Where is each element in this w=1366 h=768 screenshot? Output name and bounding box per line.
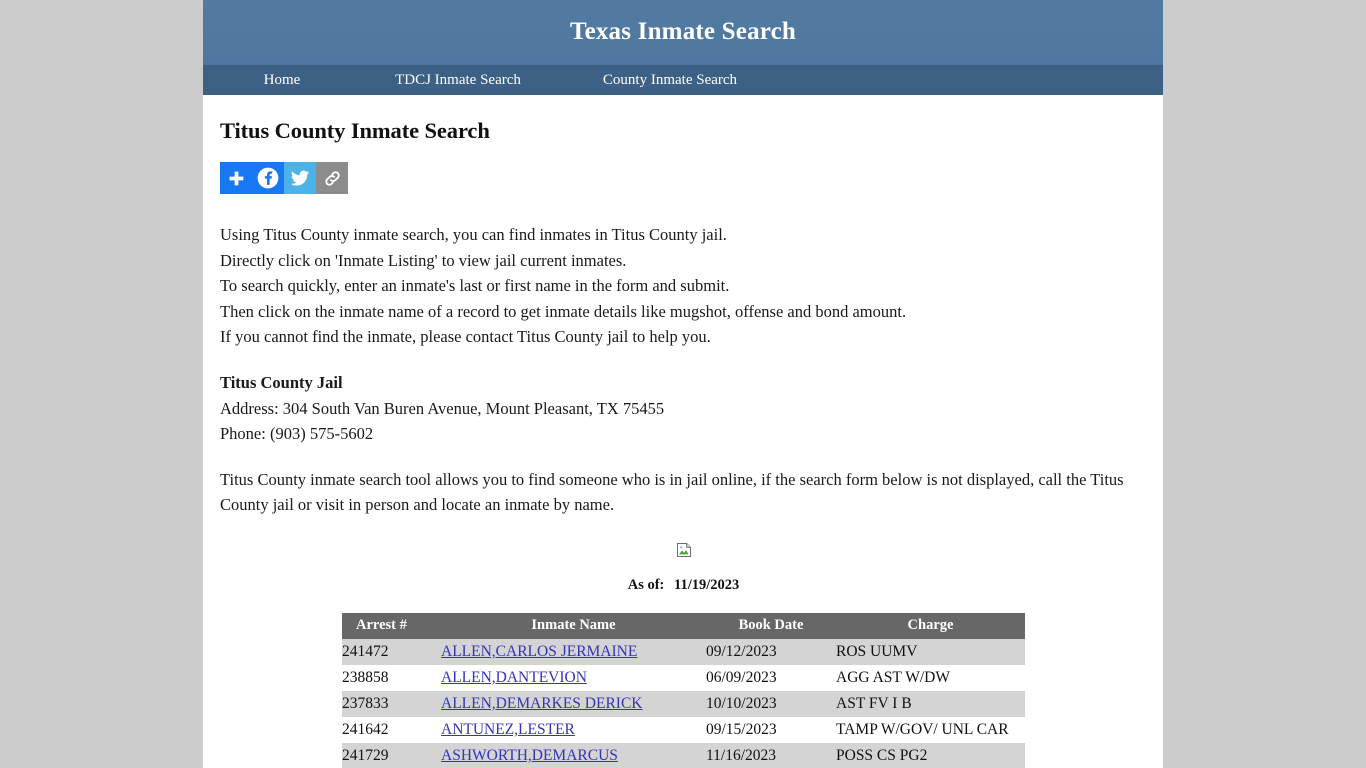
intro-line: To search quickly, enter an inmate's las… (220, 276, 730, 296)
inmate-name-link[interactable]: ALLEN,DEMARKES DERICK (441, 695, 643, 712)
facebook-icon (256, 166, 280, 190)
page-title: Titus County Inmate Search (220, 118, 490, 143)
inmate-table: Arrest # Inmate Name Book Date Charge 24… (342, 612, 1025, 768)
jail-info-block: Titus County Jail Address: 304 South Van… (220, 350, 1147, 447)
cell-book-date: 06/09/2023 (706, 664, 836, 691)
table-row: 238858 ALLEN,DANTEVION 06/09/2023 AGG AS… (342, 664, 1025, 691)
inmate-name-link[interactable]: ASHWORTH,DEMARCUS (441, 747, 618, 764)
cell-book-date: 10/10/2023 (706, 690, 836, 717)
inmate-table-head: Arrest # Inmate Name Book Date Charge (342, 612, 1025, 639)
as-of-line: As of: 11/19/2023 (220, 558, 1147, 594)
main-navigation: Home TDCJ Inmate Search County Inmate Se… (203, 64, 1163, 95)
intro-line: Then click on the inmate name of a recor… (220, 301, 907, 321)
table-row: 241729 ASHWORTH,DEMARCUS 11/16/2023 POSS… (342, 742, 1025, 768)
inmate-name-link[interactable]: ALLEN,DANTEVION (441, 669, 587, 686)
cell-inmate-name: ANTUNEZ,LESTER (441, 716, 706, 743)
table-row: 241642 ANTUNEZ,LESTER 09/15/2023 TAMP W/… (342, 716, 1025, 743)
nav-item-home[interactable]: Home (203, 65, 361, 95)
copy-link-share-button[interactable] (316, 162, 348, 194)
table-row: 237833 ALLEN,DEMARKES DERICK 10/10/2023 … (342, 690, 1025, 717)
jail-name: Titus County Jail (220, 372, 343, 392)
column-header-charge[interactable]: Charge (836, 612, 1025, 639)
inmate-table-body: 241472 ALLEN,CARLOS JERMAINE 09/12/2023 … (342, 638, 1025, 768)
site-title: Texas Inmate Search (569, 18, 797, 45)
broken-image-icon (676, 542, 692, 558)
inmate-table-container: Arrest # Inmate Name Book Date Charge 24… (220, 594, 1147, 768)
intro-line: Directly click on 'Inmate Listing' to vi… (220, 250, 627, 270)
main-content: Titus County Inmate Search Using Titus C… (203, 95, 1163, 768)
cell-inmate-name: ASHWORTH,DEMARCUS (441, 742, 706, 768)
intro-paragraph: Using Titus County inmate search, you ca… (220, 194, 1147, 350)
column-header-inmate-name[interactable]: Inmate Name (441, 612, 706, 639)
cell-inmate-name: ALLEN,DANTEVION (441, 664, 706, 691)
table-header-row: Arrest # Inmate Name Book Date Charge (342, 612, 1025, 639)
cell-arrest-number: 238858 (342, 664, 441, 691)
share-button-row (220, 162, 1147, 194)
cell-charge: AST FV I B (836, 690, 1025, 717)
cell-arrest-number: 237833 (342, 690, 441, 717)
facebook-share-button[interactable] (252, 162, 284, 194)
as-of-date: 11/19/2023 (674, 576, 740, 593)
inmate-name-link[interactable]: ALLEN,CARLOS JERMAINE (441, 643, 637, 660)
as-of-label: As of: (627, 576, 665, 593)
cell-arrest-number: 241472 (342, 638, 441, 665)
table-row: 241472 ALLEN,CARLOS JERMAINE 09/12/2023 … (342, 638, 1025, 665)
addthis-share-button[interactable] (220, 162, 252, 194)
inmate-name-link[interactable]: ANTUNEZ,LESTER (441, 721, 575, 738)
page-root: Texas Inmate Search Home TDCJ Inmate Sea… (0, 0, 1366, 768)
jail-address: Address: 304 South Van Buren Avenue, Mou… (220, 398, 665, 418)
column-header-book-date[interactable]: Book Date (706, 612, 836, 639)
cell-charge: TAMP W/GOV/ UNL CAR (836, 716, 1025, 743)
banner-image-container (220, 518, 1147, 558)
cell-charge: AGG AST W/DW (836, 664, 1025, 691)
site-container: Texas Inmate Search Home TDCJ Inmate Sea… (203, 0, 1163, 768)
plus-icon (227, 169, 246, 188)
twitter-icon (289, 167, 311, 189)
cell-charge: ROS UUMV (836, 638, 1025, 665)
intro-line: Using Titus County inmate search, you ca… (220, 225, 727, 244)
cell-charge: POSS CS PG2 (836, 742, 1025, 768)
cell-arrest-number: 241642 (342, 716, 441, 743)
nav-item-tdcj-inmate-search[interactable]: TDCJ Inmate Search (361, 65, 555, 95)
cell-arrest-number: 241729 (342, 742, 441, 768)
cell-inmate-name: ALLEN,DEMARKES DERICK (441, 690, 706, 717)
jail-phone: Phone: (903) 575-5602 (220, 424, 374, 444)
intro-line: If you cannot find the inmate, please co… (220, 327, 711, 347)
column-header-arrest[interactable]: Arrest # (342, 612, 441, 639)
cell-inmate-name: ALLEN,CARLOS JERMAINE (441, 638, 706, 665)
search-tool-note: Titus County inmate search tool allows y… (220, 469, 1124, 515)
copy-link-icon (322, 168, 343, 189)
cell-book-date: 09/15/2023 (706, 716, 836, 743)
cell-book-date: 11/16/2023 (706, 742, 836, 768)
cell-book-date: 09/12/2023 (706, 638, 836, 665)
twitter-share-button[interactable] (284, 162, 316, 194)
nav-item-county-inmate-search[interactable]: County Inmate Search (555, 65, 785, 95)
site-header: Texas Inmate Search (203, 0, 1163, 64)
